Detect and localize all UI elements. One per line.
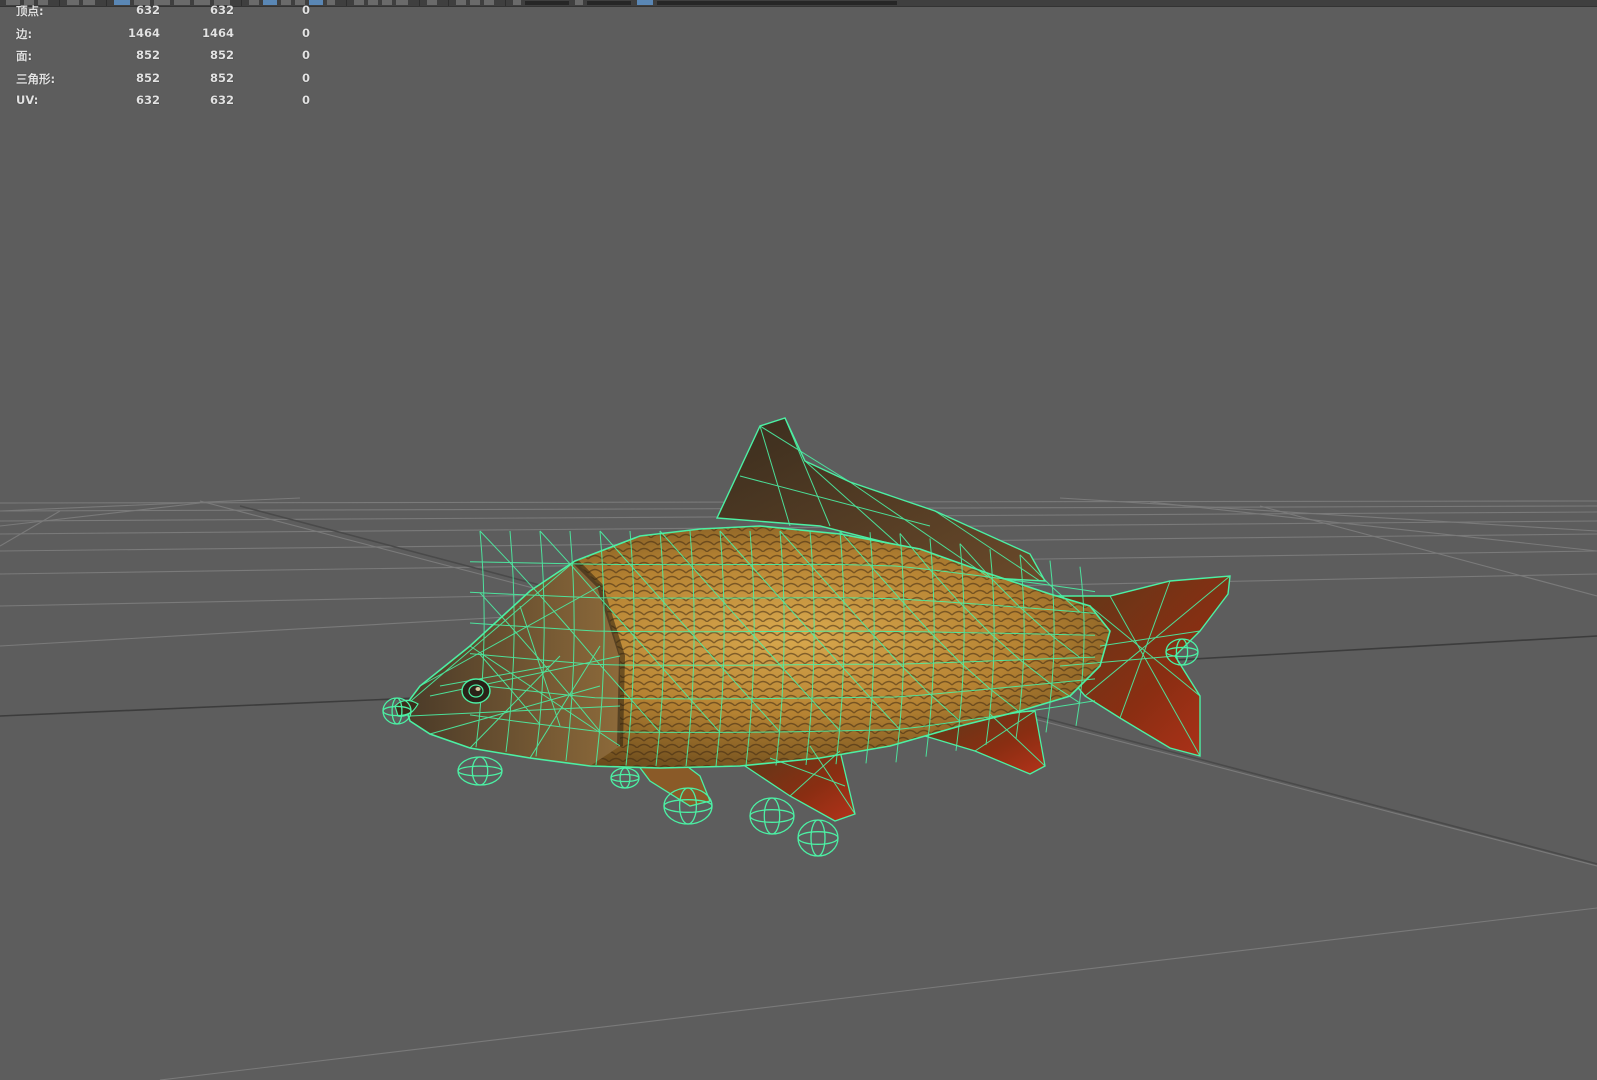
xray-icon[interactable] bbox=[354, 0, 364, 5]
hud-label: UV: bbox=[16, 93, 39, 108]
perspective-viewport[interactable] bbox=[0, 6, 1597, 1080]
sphere-ring bbox=[749, 797, 795, 835]
hud-row: 边: 1464 1464 0 bbox=[16, 26, 316, 49]
fish-mesh[interactable] bbox=[382, 417, 1231, 857]
control-sphere bbox=[610, 767, 640, 789]
hud-label: 面: bbox=[16, 49, 33, 64]
hud-value: 0 bbox=[301, 48, 310, 63]
xray-joints-icon[interactable] bbox=[368, 0, 378, 5]
smooth-icon[interactable] bbox=[396, 0, 408, 5]
sphere-ring bbox=[457, 765, 503, 777]
hud-value: 1464 bbox=[127, 25, 160, 40]
sphere-ring bbox=[619, 767, 631, 789]
mesh-edge bbox=[539, 530, 571, 565]
hud-value: 0 bbox=[301, 93, 310, 108]
sphere-ring bbox=[610, 767, 640, 789]
hud-value: 0 bbox=[301, 3, 310, 17]
grid-toggle-icon[interactable] bbox=[327, 0, 335, 5]
grid-line bbox=[0, 510, 61, 547]
eye-icon bbox=[461, 678, 491, 704]
hud-value: 852 bbox=[209, 70, 234, 85]
hud-value: 632 bbox=[135, 93, 160, 108]
hud-value: 632 bbox=[209, 3, 234, 17]
sphere-ring bbox=[797, 819, 839, 857]
control-sphere bbox=[797, 819, 839, 857]
gate-icon[interactable] bbox=[456, 0, 466, 5]
sphere-ring bbox=[763, 797, 781, 835]
sphere-ring bbox=[471, 756, 489, 786]
sphere-ring bbox=[610, 773, 640, 783]
exposure-icon[interactable] bbox=[513, 0, 521, 5]
exposure-field[interactable] bbox=[525, 1, 569, 5]
control-sphere bbox=[457, 756, 503, 786]
hud-row: UV: 632 632 0 bbox=[16, 93, 316, 116]
view-transform-dropdown[interactable] bbox=[657, 1, 897, 5]
sphere-ring bbox=[810, 819, 826, 857]
hud-value: 0 bbox=[301, 25, 310, 40]
sphere-ring bbox=[797, 831, 839, 845]
hud-label: 三角形: bbox=[16, 71, 56, 86]
grid-line bbox=[159, 907, 1597, 1080]
hud-row: 三角形: 852 852 0 bbox=[16, 71, 316, 94]
mesh-edge bbox=[479, 530, 511, 563]
sphere-ring bbox=[457, 756, 503, 786]
hud-value: 1464 bbox=[201, 25, 234, 40]
hud-row: 顶点: 632 632 0 bbox=[16, 3, 316, 26]
scene-canvas[interactable] bbox=[0, 6, 1597, 1080]
hud-value: 852 bbox=[135, 48, 160, 63]
hud-value: 852 bbox=[209, 48, 234, 63]
hud-value: 852 bbox=[135, 70, 160, 85]
aa-icon[interactable] bbox=[427, 0, 437, 5]
sphere-ring bbox=[749, 809, 795, 823]
hud-value: 632 bbox=[135, 3, 160, 17]
hud-row: 面: 852 852 0 bbox=[16, 48, 316, 71]
hud-value: 0 bbox=[301, 70, 310, 85]
gamma-icon[interactable] bbox=[575, 0, 583, 5]
backface-icon[interactable] bbox=[382, 0, 392, 5]
grid-line bbox=[1259, 505, 1597, 597]
gamma-field[interactable] bbox=[587, 1, 631, 5]
hud-label: 边: bbox=[16, 26, 33, 41]
safe-action-icon[interactable] bbox=[484, 0, 494, 5]
color-management-icon[interactable] bbox=[637, 0, 653, 5]
eye-highlight bbox=[475, 687, 481, 691]
control-sphere bbox=[749, 797, 795, 835]
hud-label: 顶点: bbox=[16, 4, 44, 18]
poly-count-hud: 顶点: 632 632 0 边: 1464 1464 0 面: 852 852 0 三角形: 852 852… bbox=[16, 3, 316, 116]
hud-value: 632 bbox=[209, 93, 234, 108]
field-chart-icon[interactable] bbox=[470, 0, 480, 5]
